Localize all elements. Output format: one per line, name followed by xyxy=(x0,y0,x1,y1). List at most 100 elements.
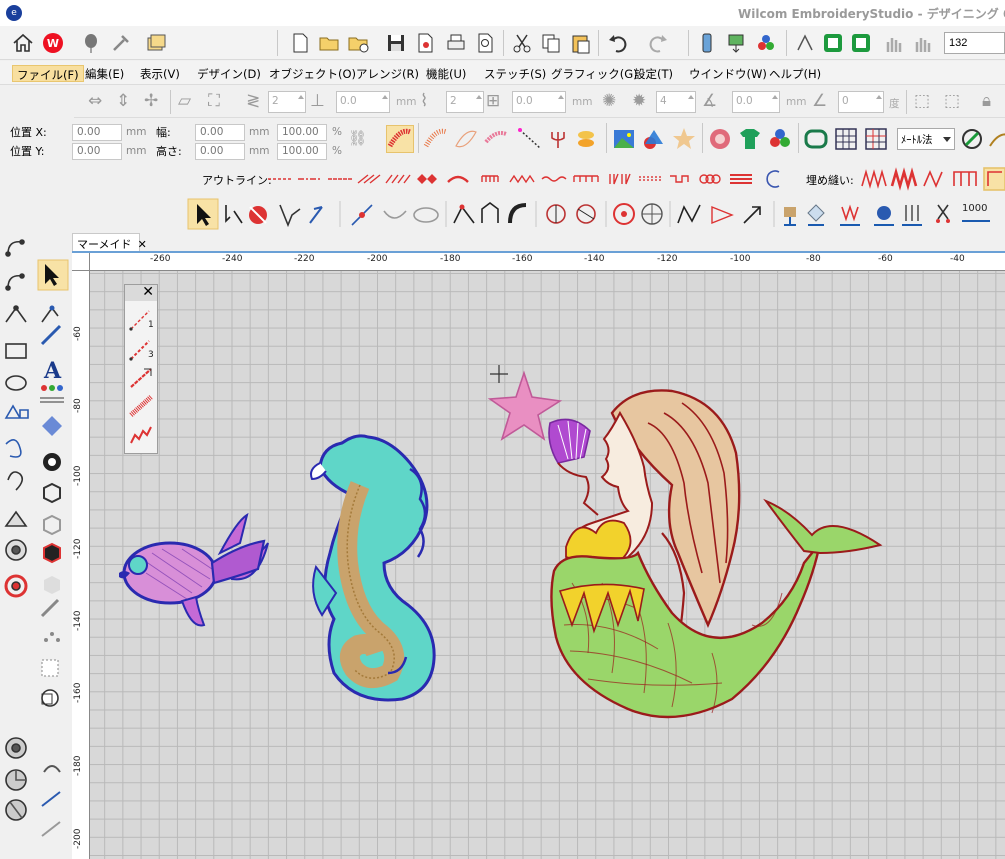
close-tab-icon[interactable]: ✕ xyxy=(138,238,147,251)
measure-select[interactable]: ﾒｰﾄﾙ法 xyxy=(897,128,955,150)
save-icon[interactable] xyxy=(383,29,409,57)
print-preview-icon[interactable] xyxy=(472,29,498,57)
app-logo-icon[interactable]: e xyxy=(6,5,22,21)
hand-icon[interactable] xyxy=(880,29,906,57)
menu-help[interactable]: ヘルプ(H) xyxy=(765,65,825,82)
menu-settings[interactable]: 設定(T) xyxy=(630,65,677,82)
satin-line-tool[interactable] xyxy=(128,393,156,419)
count-3-field[interactable]: 4 xyxy=(656,91,696,113)
width-field[interactable]: 0.00 xyxy=(195,124,245,141)
menu-stitch[interactable]: ステッチ(S) xyxy=(480,65,550,82)
wilcom-w-icon[interactable]: W xyxy=(40,29,66,57)
satin-stitch-icon[interactable] xyxy=(386,125,414,153)
value-1-field[interactable]: 0.0 xyxy=(336,91,390,113)
hoop-icon[interactable] xyxy=(792,29,818,57)
value-3-field[interactable]: 0.0 xyxy=(732,91,780,113)
fish-design[interactable] xyxy=(119,512,269,627)
windows-icon[interactable] xyxy=(143,29,169,57)
tatami-stitch-icon[interactable] xyxy=(422,125,450,153)
step-icon[interactable]: ≷ xyxy=(246,91,260,111)
wave-icon[interactable]: ⌇ xyxy=(420,91,428,111)
star-shape-icon[interactable] xyxy=(670,125,698,153)
menu-object[interactable]: オブジェクト(O) xyxy=(265,65,360,82)
radial-2-icon[interactable]: ✹ xyxy=(632,91,646,111)
triple-stitch-tool[interactable] xyxy=(128,365,156,391)
ungroup-icon[interactable]: ⬚ xyxy=(944,91,960,111)
paste-icon[interactable] xyxy=(567,29,593,57)
spacing-icon[interactable]: ⊥ xyxy=(310,91,325,111)
zigzag-line-tool[interactable] xyxy=(128,421,156,447)
group-icon[interactable]: ⬚ xyxy=(914,91,930,111)
leaf-stitch-icon[interactable] xyxy=(452,125,480,153)
hand-2-icon[interactable] xyxy=(909,29,935,57)
applique-icon[interactable] xyxy=(706,125,734,153)
print-icon[interactable] xyxy=(443,29,469,57)
angle-2-icon[interactable]: ∠ xyxy=(812,91,827,111)
radial-icon[interactable]: ✺ xyxy=(602,91,616,111)
send-machine-icon[interactable] xyxy=(723,29,749,57)
run-stitch-icon[interactable] xyxy=(516,125,544,153)
lock-icon[interactable]: 🔒︎ xyxy=(982,91,991,111)
pos-y-field[interactable]: 0.00 xyxy=(72,143,122,160)
width-pct-field[interactable]: 100.00 xyxy=(277,124,327,141)
count-2-field[interactable]: 2 xyxy=(446,91,484,113)
cut-icon[interactable] xyxy=(509,29,535,57)
tools-icon[interactable] xyxy=(108,29,134,57)
export-icon[interactable] xyxy=(412,29,438,57)
table-grid-icon[interactable] xyxy=(862,125,890,153)
recent-folder-icon[interactable] xyxy=(345,29,371,57)
green-frame-2-icon[interactable] xyxy=(848,29,874,57)
design-canvas[interactable]: -260 -240 -220 -200 -180 -160 -140 -120 … xyxy=(72,251,1005,859)
green-frame-icon[interactable] xyxy=(820,29,846,57)
shapes-icon[interactable] xyxy=(640,125,668,153)
no-sign-icon[interactable] xyxy=(958,125,986,153)
colors-icon[interactable] xyxy=(753,29,779,57)
pattern-stitch-icon[interactable] xyxy=(482,125,510,153)
skew-icon[interactable]: ▱ xyxy=(178,91,191,111)
flip-horizontal-icon[interactable]: ⇔ xyxy=(88,91,102,111)
value-2-field[interactable]: 0.0 xyxy=(512,91,566,113)
value-4-field[interactable]: 0 xyxy=(838,91,884,113)
new-file-icon[interactable] xyxy=(287,29,313,57)
flip-vertical-icon[interactable]: ⇕ xyxy=(116,91,130,111)
trident-icon[interactable] xyxy=(544,125,572,153)
seahorse-design[interactable] xyxy=(310,434,436,702)
menu-edit[interactable]: 編集(E) xyxy=(81,65,128,82)
undo-icon[interactable] xyxy=(605,29,631,57)
run-stitch-3-tool[interactable]: 3 xyxy=(128,337,156,363)
count-1-field[interactable]: 2 xyxy=(268,91,306,113)
grid-icon[interactable] xyxy=(832,125,860,153)
angle-icon[interactable]: ∡ xyxy=(702,91,717,111)
home-icon[interactable] xyxy=(10,29,36,57)
redo-icon[interactable] xyxy=(645,29,671,57)
menu-function[interactable]: 機能(U) xyxy=(422,65,470,82)
fit-icon[interactable]: ⛶ xyxy=(208,91,220,111)
shell-design[interactable] xyxy=(548,418,591,464)
document-tab[interactable]: マーメイド ✕ xyxy=(72,233,147,251)
fish-stitch-icon[interactable] xyxy=(574,125,602,153)
menu-arrange[interactable]: アレンジ(R) xyxy=(352,65,423,82)
color-blend-icon[interactable] xyxy=(766,125,794,153)
close-palette-icon[interactable]: ✕ xyxy=(142,284,154,300)
columns-icon[interactable]: ⊞ xyxy=(486,91,500,111)
height-pct-field[interactable]: 100.00 xyxy=(277,143,327,160)
mirror-both-icon[interactable]: ✢ xyxy=(144,91,158,111)
proportion-lock-icon[interactable]: ⛓ xyxy=(348,129,367,147)
menu-window[interactable]: ウインドウ(W) xyxy=(685,65,771,82)
open-folder-icon[interactable] xyxy=(316,29,342,57)
mermaid-design[interactable] xyxy=(550,389,883,719)
zoom-input[interactable] xyxy=(944,32,1005,54)
curve-tool-icon[interactable] xyxy=(986,125,1005,153)
pos-x-field[interactable]: 0.00 xyxy=(72,124,122,141)
balloon-icon[interactable] xyxy=(78,29,104,57)
run-stitch-1-tool[interactable]: 1 xyxy=(128,307,156,333)
menu-file[interactable]: ファイル(F) xyxy=(12,65,84,82)
picture-icon[interactable] xyxy=(610,125,638,153)
copy-icon[interactable] xyxy=(538,29,564,57)
hoop-frame-icon[interactable] xyxy=(802,125,830,153)
height-field[interactable]: 0.00 xyxy=(195,143,245,160)
menu-graphic[interactable]: グラフィック(G) xyxy=(547,65,642,82)
menu-view[interactable]: 表示(V) xyxy=(136,65,184,82)
tshirt-icon[interactable] xyxy=(736,125,764,153)
stitch-player-icon[interactable] xyxy=(694,29,720,57)
